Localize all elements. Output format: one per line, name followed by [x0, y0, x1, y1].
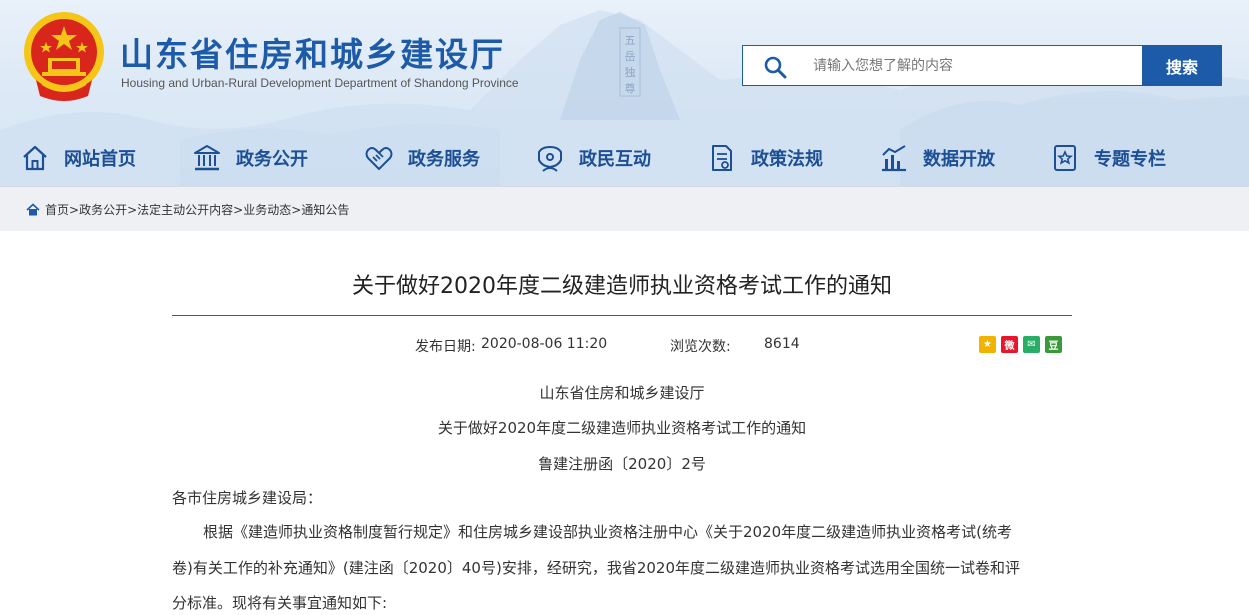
breadcrumb-separator: >	[291, 202, 302, 217]
breadcrumb-separator: >	[69, 202, 80, 217]
breadcrumb-link-gov-affairs[interactable]: 政务公开	[79, 201, 127, 218]
nav-label: 专题专栏	[1094, 149, 1166, 170]
nav-label: 政务公开	[236, 149, 308, 170]
home-icon	[26, 202, 40, 215]
issuer: 山东省住房和城乡建设厅	[539, 384, 705, 402]
breadcrumb-link-statutory[interactable]: 法定主动公开内容	[137, 201, 233, 218]
seal-char-2: 岳	[625, 50, 636, 63]
wechat-icon[interactable]: ✉	[1023, 336, 1040, 353]
seal-char-3: 独	[625, 66, 636, 79]
building-icon	[194, 145, 220, 171]
document-icon	[712, 145, 732, 171]
document-title: 关于做好2020年度二级建造师执业资格考试工作的通知	[437, 419, 807, 437]
nav-item-gov-services[interactable]: 政务服务	[364, 138, 480, 178]
site-subtitle: Housing and Urban-Rural Development Depa…	[121, 76, 519, 90]
breadcrumb-separator: >	[233, 202, 244, 217]
share-bar: ★ 微 ✉ 豆	[979, 336, 1062, 353]
search-button[interactable]: 搜索	[1142, 45, 1222, 86]
body-paragraph-line: 根据《建造师执业资格制度暂行规定》和住房城乡建设部执业资格注册中心《关于2020…	[203, 523, 1013, 541]
salutation: 各市住房城乡建设局：	[172, 489, 323, 507]
star-doc-icon	[1054, 145, 1076, 171]
breadcrumb: 首页 > 政务公开 > 法定主动公开内容 > 业务动态 > 通知公告	[26, 201, 349, 218]
nav-label: 网站首页	[64, 149, 136, 170]
nav-label: 数据开放	[923, 149, 995, 170]
home-icon	[23, 145, 47, 171]
search-box	[742, 45, 1143, 86]
chat-icon	[538, 145, 562, 172]
breadcrumb-link-business-news[interactable]: 业务动态	[243, 201, 291, 218]
nav-item-open-data[interactable]: 数据开放	[879, 138, 995, 178]
nav-label: 政策法规	[751, 149, 823, 170]
document-number: 鲁建注册函〔2020〕2号	[538, 455, 706, 473]
publish-date-label: 发布日期:	[415, 339, 476, 355]
breadcrumb-bar: 首页 > 政务公开 > 法定主动公开内容 > 业务动态 > 通知公告	[0, 186, 1249, 231]
site-header: 五 岳 独 尊 山东省住房和城乡建设厅 Housing and Urban-Ru…	[0, 0, 1249, 186]
search-input[interactable]	[813, 46, 1133, 85]
main-nav: 网站首页 政务公开 政务服务 政民互动 政策法规 数据开放 专题专栏	[0, 138, 1249, 178]
nav-item-gov-affairs[interactable]: 政务公开	[192, 138, 308, 178]
views-label: 浏览次数:	[670, 339, 731, 355]
seal-char-1: 五	[625, 34, 636, 47]
nav-item-special-topics[interactable]: 专题专栏	[1050, 138, 1166, 178]
views-count: 8614	[764, 336, 800, 352]
nav-label: 政务服务	[408, 149, 480, 170]
weibo-icon[interactable]: 微	[1001, 336, 1018, 353]
article-title: 关于做好2020年度二级建造师执业资格考试工作的通知	[352, 274, 892, 299]
qzone-icon[interactable]: ★	[979, 336, 996, 353]
breadcrumb-separator: >	[127, 202, 138, 217]
nav-item-interaction[interactable]: 政民互动	[535, 138, 651, 178]
breadcrumb-link-notices[interactable]: 通知公告	[301, 201, 349, 218]
handshake-icon	[365, 147, 393, 170]
breadcrumb-link-home[interactable]: 首页	[45, 201, 69, 218]
site-title: 山东省住房和城乡建设厅	[120, 35, 505, 74]
title-divider	[172, 315, 1072, 316]
nav-item-policy[interactable]: 政策法规	[707, 138, 823, 178]
nav-label: 政民互动	[579, 149, 651, 170]
douban-icon[interactable]: 豆	[1045, 336, 1062, 353]
search-icon	[764, 56, 787, 79]
seal-char-4: 尊	[625, 81, 636, 95]
body-paragraph-line: 分标准。现将有关事宜通知如下:	[172, 594, 388, 612]
chart-icon	[882, 145, 906, 172]
national-emblem-icon	[24, 12, 104, 101]
body-paragraph-line: 卷)有关工作的补充通知》(建注函〔2020〕40号)安排，经研究，我省2020年…	[172, 559, 1020, 577]
nav-item-home[interactable]: 网站首页	[20, 138, 136, 178]
publish-date: 2020-08-06 11:20	[481, 336, 608, 352]
